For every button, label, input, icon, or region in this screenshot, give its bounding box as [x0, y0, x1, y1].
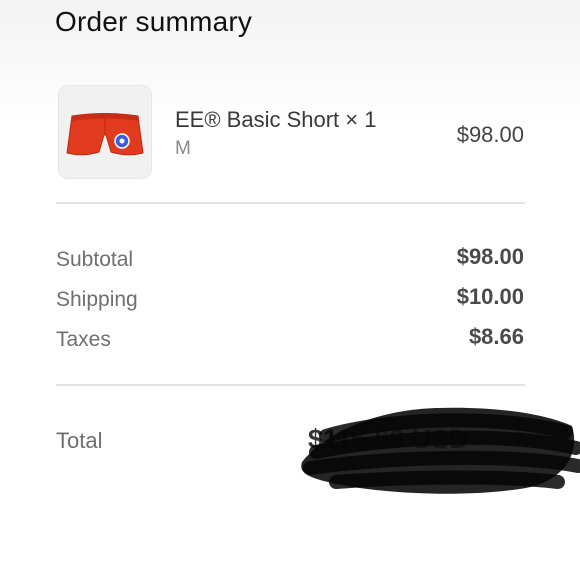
shipping-label: Shipping	[56, 288, 138, 311]
page-title: Order summary	[55, 6, 253, 37]
line-item: EE® Basic Short × 1 M $98.00	[56, 84, 526, 180]
divider	[56, 202, 525, 204]
taxes-label: Taxes	[56, 328, 111, 351]
product-price: $98.00	[456, 122, 524, 147]
shipping-row: Shipping $10.00	[56, 282, 524, 312]
taxes-value: $8.66	[468, 324, 524, 349]
shorts-icon	[66, 113, 144, 156]
product-name: EE® Basic Short × 1	[175, 107, 377, 132]
divider	[56, 384, 525, 386]
redaction-scribble	[301, 407, 580, 494]
subtotal-label: Subtotal	[56, 248, 134, 271]
subtotal-value: $98.00	[456, 244, 524, 269]
product-variant: M	[175, 138, 191, 159]
total-label: Total	[56, 428, 103, 453]
order-summary-page: Order summary EE® Basic Short × 1 M $98.…	[0, 0, 580, 580]
taxes-row: Taxes $8.66	[56, 322, 524, 352]
subtotal-row: Subtotal $98.00	[56, 242, 524, 272]
shipping-value: $10.00	[456, 284, 524, 309]
product-thumbnail	[58, 85, 152, 179]
